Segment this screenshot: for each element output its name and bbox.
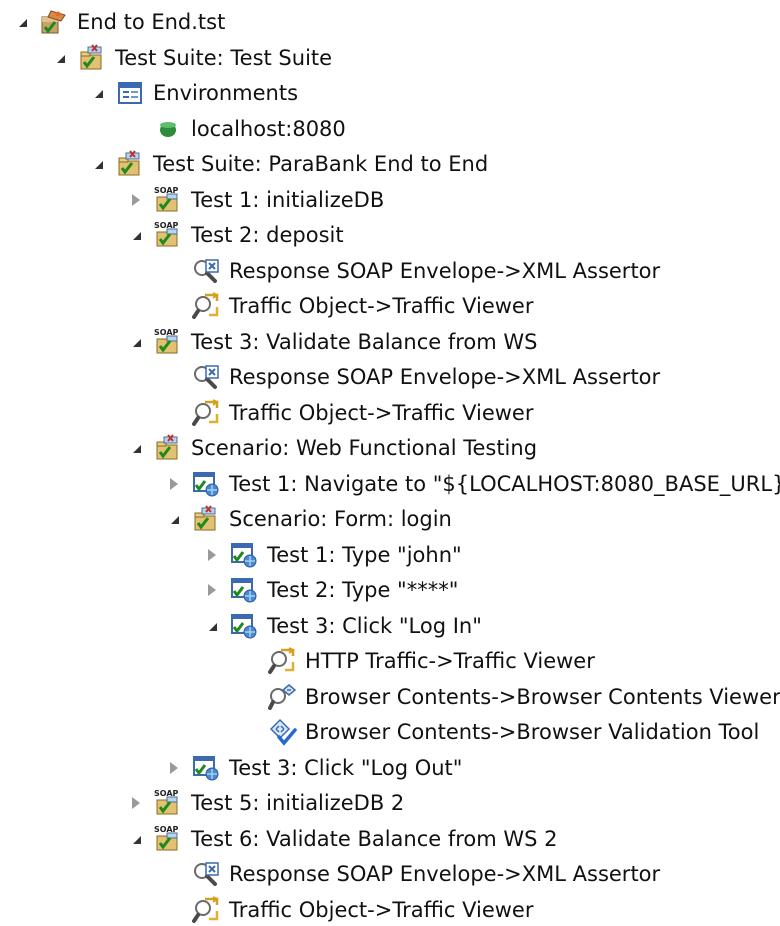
tree-node-test-1-initializedb[interactable]: SOAP Test 1: initializeDB (128, 182, 384, 218)
browser-contents-viewer-icon (267, 682, 297, 712)
soap-test-icon: SOAP (153, 185, 183, 215)
collapse-arrow-icon[interactable] (90, 156, 106, 172)
soap-test-icon: SOAP (153, 824, 183, 854)
expand-arrow-icon[interactable] (166, 476, 182, 492)
tree-node-test-3-click-log-out[interactable]: Test 3: Click "Log Out" (166, 750, 462, 786)
tree-node-browser-contents-browser-validation-tool[interactable]: Browser Contents->Browser Validation Too… (242, 714, 759, 750)
tree-node-label: End to End.tst (77, 10, 226, 34)
browser-test-icon (229, 575, 259, 605)
expand-arrow-icon[interactable] (166, 760, 182, 776)
tree-node-test-1-type-john[interactable]: Test 1: Type "john" (204, 537, 462, 573)
tree-node-environments[interactable]: Environments (90, 75, 298, 111)
collapse-arrow-icon[interactable] (128, 831, 144, 847)
tree-node-response-soap-envelope-xml-assertor[interactable]: Response SOAP Envelope->XML Assertor (166, 359, 660, 395)
traffic-viewer-icon (191, 398, 221, 428)
browser-test-icon (229, 540, 259, 570)
test-suite-icon (153, 433, 183, 463)
tree-node-label: Scenario: Web Functional Testing (191, 436, 538, 460)
tree-node-http-traffic-traffic-viewer[interactable]: HTTP Traffic->Traffic Viewer (242, 643, 595, 679)
tree-node-label: Test 1: Navigate to "${LOCALHOST:8080_BA… (229, 471, 780, 496)
tree-node-label: Traffic Object->Traffic Viewer (229, 897, 534, 922)
tree-node-test-1-navigate-to-localhost-8080-base-url[interactable]: Test 1: Navigate to "${LOCALHOST:8080_BA… (166, 466, 780, 502)
tree-node-test-suite-test-suite[interactable]: Test Suite: Test Suite (52, 40, 332, 76)
tree-node-test-5-initializedb-2[interactable]: SOAP Test 5: initializeDB 2 (128, 785, 404, 821)
tree-node-label: localhost:8080 (191, 116, 346, 141)
tree-node-label: Response SOAP Envelope->XML Assertor (229, 365, 661, 389)
xml-assertor-icon (191, 256, 221, 286)
browser-test-icon (229, 611, 259, 641)
expand-arrow-icon[interactable] (128, 192, 144, 208)
tree-node-response-soap-envelope-xml-assertor[interactable]: Response SOAP Envelope->XML Assertor (166, 253, 660, 289)
tree-node-test-2-deposit[interactable]: SOAP Test 2: deposit (128, 217, 344, 253)
tree-node-localhost-8080[interactable]: localhost:8080 (128, 111, 346, 147)
tree-node-label: HTTP Traffic->Traffic Viewer (305, 649, 595, 673)
xml-assertor-icon (191, 362, 221, 392)
expand-arrow-icon[interactable] (204, 547, 220, 563)
tree-node-end-to-end-tst[interactable]: End to End.tst (14, 4, 225, 40)
tree-node-label: Test Suite: Test Suite (115, 45, 333, 70)
expand-arrow-icon[interactable] (128, 795, 144, 811)
collapse-arrow-icon[interactable] (128, 227, 144, 243)
tree-node-test-3-click-log-in[interactable]: Test 3: Click "Log In" (204, 608, 482, 644)
tree-node-label: Environments (153, 81, 299, 105)
collapse-arrow-icon[interactable] (14, 14, 30, 30)
environments-icon (115, 78, 145, 108)
tree-node-browser-contents-browser-contents-viewer[interactable]: Browser Contents->Browser Contents Viewe… (242, 679, 780, 715)
test-suite-icon (115, 149, 145, 179)
traffic-viewer-icon (267, 646, 297, 676)
tree-node-label: Response SOAP Envelope->XML Assertor (229, 258, 661, 283)
tree-node-label: Test 3: Click "Log Out" (229, 755, 463, 780)
test-suite-icon (77, 43, 107, 73)
soap-test-icon: SOAP (153, 327, 183, 357)
tree-node-label: Test 6: Validate Balance from WS 2 (191, 826, 558, 851)
collapse-arrow-icon[interactable] (90, 85, 106, 101)
expand-arrow-icon[interactable] (204, 582, 220, 598)
tree-node-label: Test 3: Click "Log In" (267, 613, 482, 638)
tree-node-test-2-type[interactable]: Test 2: Type "****" (204, 572, 458, 608)
collapse-arrow-icon[interactable] (52, 50, 68, 66)
tree-node-test-6-validate-balance-from-ws-2[interactable]: SOAP Test 6: Validate Balance from WS 2 (128, 821, 558, 857)
soap-test-icon: SOAP (153, 220, 183, 250)
environment-icon (153, 114, 183, 144)
tree-node-traffic-object-traffic-viewer[interactable]: Traffic Object->Traffic Viewer (166, 288, 534, 324)
tree-node-response-soap-envelope-xml-assertor[interactable]: Response SOAP Envelope->XML Assertor (166, 856, 660, 892)
browser-validation-tool-icon (267, 717, 297, 747)
browser-test-icon (191, 469, 221, 499)
tree-node-scenario-web-functional-testing[interactable]: Scenario: Web Functional Testing (128, 430, 537, 466)
tree-node-scenario-form-login[interactable]: Scenario: Form: login (166, 501, 452, 537)
collapse-arrow-icon[interactable] (128, 440, 144, 456)
test-suite-icon (191, 504, 221, 534)
traffic-viewer-icon (191, 895, 221, 925)
tree-node-test-suite-parabank-end-to-end[interactable]: Test Suite: ParaBank End to End (90, 146, 488, 182)
tree-node-label: Test 1: Type "john" (267, 542, 462, 567)
collapse-arrow-icon[interactable] (166, 511, 182, 527)
tree-node-label: Traffic Object->Traffic Viewer (229, 400, 534, 425)
tree-node-label: Scenario: Form: login (229, 507, 452, 531)
tree-node-label: Test 2: deposit (191, 223, 344, 247)
collapse-arrow-icon[interactable] (204, 618, 220, 634)
tree-node-label: Test Suite: ParaBank End to End (153, 152, 489, 176)
tree-node-label: Test 5: initializeDB 2 (191, 791, 405, 815)
tree-node-traffic-object-traffic-viewer[interactable]: Traffic Object->Traffic Viewer (166, 892, 534, 926)
tree-node-label: Traffic Object->Traffic Viewer (229, 294, 534, 318)
tree-node-label: Browser Contents->Browser Contents Viewe… (305, 684, 780, 709)
tree-node-label: Test 1: initializeDB (191, 187, 385, 212)
tree-node-label: Response SOAP Envelope->XML Assertor (229, 862, 661, 886)
tree-node-label: Test 3: Validate Balance from WS (191, 329, 538, 354)
tree-node-traffic-object-traffic-viewer[interactable]: Traffic Object->Traffic Viewer (166, 395, 534, 431)
xml-assertor-icon (191, 859, 221, 889)
traffic-viewer-icon (191, 291, 221, 321)
test-case-tree: End to End.tst Test Suite: Test Suite Envi… (0, 0, 780, 926)
tree-node-label: Browser Contents->Browser Validation Too… (305, 720, 760, 744)
soap-test-icon: SOAP (153, 788, 183, 818)
tree-node-label: Test 2: Type "****" (267, 578, 459, 602)
tree-node-test-3-validate-balance-from-ws[interactable]: SOAP Test 3: Validate Balance from WS (128, 324, 538, 360)
collapse-arrow-icon[interactable] (128, 334, 144, 350)
test-file-icon (39, 7, 69, 37)
browser-test-icon (191, 753, 221, 783)
